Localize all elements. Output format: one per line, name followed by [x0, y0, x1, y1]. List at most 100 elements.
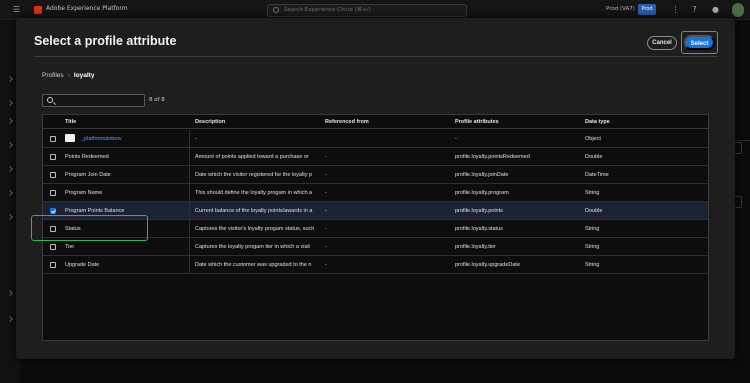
row-data-type: DateTime [585, 172, 609, 178]
profile-attribute-dialog: Select a profile attribute Cancel Select… [16, 18, 735, 359]
row-referenced-from: - [325, 154, 327, 160]
avatar[interactable] [732, 3, 744, 17]
row-checkbox[interactable] [50, 172, 56, 178]
row-checkbox[interactable] [50, 136, 56, 142]
header-data-type[interactable]: Data type [585, 119, 610, 125]
row-referenced-from: - [325, 262, 327, 268]
prod-badge: Prod [638, 4, 656, 15]
row-referenced-from: - [325, 190, 327, 196]
apps-grid-icon[interactable]: ⋮ [671, 5, 680, 14]
header-profile-attributes[interactable]: Profile attributes [455, 119, 499, 125]
row-data-type: Double [585, 208, 603, 214]
row-description: Amount of points applied toward a purcha… [195, 154, 309, 160]
row-profile-attribute: profile.loyalty.program [455, 190, 509, 196]
table-header: Title Description Referenced from Profil… [43, 115, 708, 129]
row-data-type: String [585, 226, 600, 232]
row-data-type: String [585, 190, 600, 196]
row-data-type: String [585, 262, 600, 268]
row-profile-attribute: profile.loyalty.status [455, 226, 503, 232]
search-input-container[interactable] [42, 94, 145, 107]
row-profile-attribute: profile.loyalty.upgradeDate [455, 262, 521, 268]
cancel-button[interactable]: Cancel [647, 36, 677, 50]
row-checkbox-checked[interactable] [50, 208, 56, 214]
result-count: 8 of 8 [149, 97, 165, 103]
column-divider [189, 238, 190, 255]
row-data-type: Object [585, 136, 601, 142]
nav-expand-icon[interactable] [7, 100, 13, 106]
nav-expand-icon[interactable] [7, 190, 13, 196]
column-divider [189, 256, 190, 273]
breadcrumb-profiles[interactable]: Profiles [42, 72, 64, 79]
folder-icon [65, 134, 75, 142]
nav-expand-icon[interactable] [7, 76, 13, 82]
row-profile-attribute: - [455, 136, 457, 142]
row-data-type: Double [585, 154, 603, 160]
header-referenced-from[interactable]: Referenced from [325, 119, 369, 125]
row-checkbox[interactable] [50, 154, 56, 160]
row-description: Date which the customer was upgraded to … [195, 262, 312, 268]
nav-expand-icon[interactable] [7, 142, 13, 148]
breadcrumb-current: loyalty [73, 72, 95, 79]
search-icon [273, 7, 279, 13]
search-input[interactable] [57, 96, 143, 106]
column-divider [189, 220, 190, 237]
selected-row-highlight [31, 215, 148, 241]
nav-expand-icon[interactable] [7, 118, 13, 124]
column-divider [189, 148, 190, 165]
column-divider [189, 166, 190, 183]
row-title: Program Name [65, 190, 103, 196]
table-row[interactable]: Program Name This should define the loya… [43, 184, 708, 202]
header-description[interactable]: Description [195, 119, 225, 125]
table-row[interactable]: Upgrade Date Date which the customer was… [43, 256, 708, 274]
row-referenced-from: - [325, 244, 327, 250]
column-divider [189, 130, 190, 147]
row-description: Current balance of the loyalty points/aw… [195, 208, 313, 214]
column-divider [189, 202, 190, 219]
global-search-placeholder: Search Experience Cloud (⌘+/) [284, 7, 371, 13]
row-referenced-from: - [325, 208, 327, 214]
row-title[interactable]: _platformuintenv [81, 136, 201, 142]
top-bar: ☰ Adobe Experience Platform Search Exper… [0, 0, 750, 20]
row-profile-attribute: profile.loyalty.pointsRedeemed [455, 154, 530, 160]
help-icon[interactable]: ? [690, 5, 699, 14]
nav-expand-icon[interactable] [7, 290, 13, 296]
dialog-title: Select a profile attribute [34, 34, 177, 48]
row-checkbox[interactable] [50, 190, 56, 196]
breadcrumb-separator: › [67, 72, 70, 79]
row-checkbox[interactable] [50, 262, 56, 268]
table-row[interactable]: _platformuintenv - - Object [43, 130, 708, 148]
header-title[interactable]: Title [65, 119, 76, 125]
row-description: - [195, 136, 197, 142]
row-referenced-from: - [325, 226, 327, 232]
row-title: Upgrade Date [65, 262, 100, 268]
nav-expand-icon[interactable] [7, 316, 13, 322]
row-description: Captures the loyalty progam tier in whic… [195, 244, 310, 250]
row-description: Captures the visitor's loyalty progam st… [195, 226, 315, 232]
apps-menu-icon[interactable]: ☰ [13, 6, 22, 14]
row-title: Points Redeemed [65, 154, 109, 160]
nav-expand-icon[interactable] [7, 166, 13, 172]
row-title: Tier [65, 244, 75, 250]
row-data-type: String [585, 244, 600, 250]
row-title: Program Points Balance [65, 208, 125, 214]
sandbox-selector[interactable]: Prod (VA7) [606, 6, 635, 12]
select-button[interactable]: Select [684, 35, 715, 50]
column-divider [189, 184, 190, 201]
row-profile-attribute: profile.loyalty.tier [455, 244, 496, 250]
row-checkbox[interactable] [50, 244, 56, 250]
row-description: This should define the loyalty progam in… [195, 190, 313, 196]
row-title: Program Join Date [65, 172, 111, 178]
breadcrumb: Profiles › loyalty [42, 72, 94, 79]
global-search-input[interactable]: Search Experience Cloud (⌘+/) [267, 4, 467, 17]
row-profile-attribute: profile.loyalty.joinDate [455, 172, 509, 178]
table-row[interactable]: Points Redeemed Amount of points applied… [43, 148, 708, 166]
table-row[interactable]: Program Join Date Date which the visitor… [43, 166, 708, 184]
row-description: Date which the visitor registered for th… [195, 172, 313, 178]
divider [34, 56, 718, 57]
notifications-icon[interactable]: ● [711, 5, 720, 14]
row-profile-attribute: profile.loyalty.points [455, 208, 503, 214]
row-referenced-from: - [325, 172, 327, 178]
nav-expand-icon[interactable] [7, 214, 13, 220]
app-name: Adobe Experience Platform [46, 5, 128, 12]
search-icon [47, 97, 53, 103]
